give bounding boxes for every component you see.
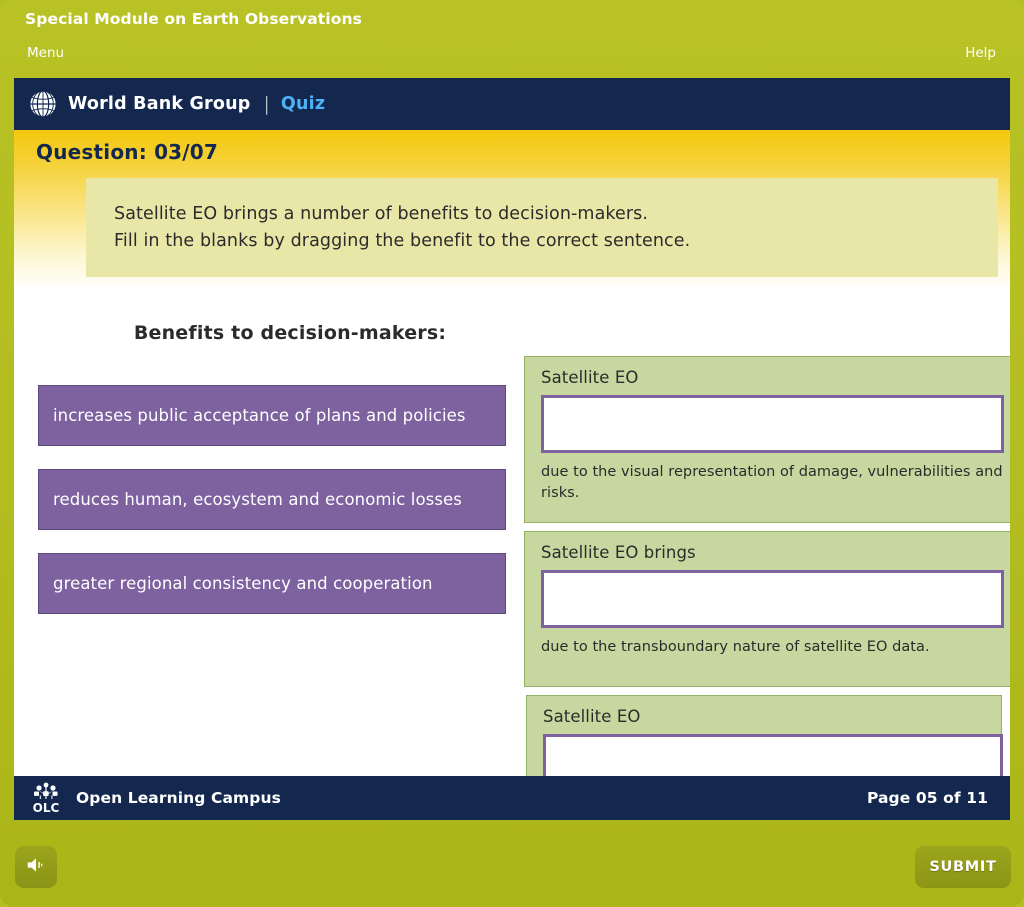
svg-text:OLC: OLC — [33, 801, 60, 815]
prompt-line-1: Satellite EO brings a number of benefits… — [114, 201, 972, 228]
section-label: Quiz — [281, 94, 325, 114]
sentence-stem: Satellite EO — [543, 707, 988, 726]
page-indicator: Page 05 of 11 — [867, 789, 988, 807]
olc-tree-logo-icon: OLC — [28, 781, 64, 815]
speaker-volume-icon — [25, 854, 47, 880]
sentence-tail: due to the transboundary nature of satel… — [541, 637, 1004, 658]
submit-button[interactable]: SUBMIT — [915, 846, 1011, 888]
draggable-benefit-item[interactable]: greater regional consistency and coopera… — [38, 553, 506, 614]
prompt-line-2: Fill in the blanks by dragging the benef… — [114, 228, 972, 255]
answer-drop-zone[interactable] — [541, 395, 1004, 453]
question-prompt-panel: Satellite EO brings a number of benefits… — [86, 178, 998, 277]
world-bank-globe-icon — [28, 89, 58, 119]
answer-drop-zone[interactable] — [541, 570, 1004, 628]
sentences-column: Satellite EO due to the visual represent… — [514, 290, 1010, 820]
organization-name: World Bank Group — [68, 94, 251, 114]
brand-separator: | — [264, 93, 270, 115]
help-button[interactable]: Help — [965, 45, 996, 61]
draggable-benefit-item[interactable]: increases public acceptance of plans and… — [38, 385, 506, 446]
draggable-benefit-item[interactable]: reduces human, ecosystem and economic lo… — [38, 469, 506, 530]
control-bar: SUBMIT — [0, 820, 1024, 907]
benefits-heading: Benefits to decision-makers: — [90, 322, 490, 344]
top-bar: Special Module on Earth Observations Men… — [0, 0, 1024, 74]
audio-toggle-button[interactable] — [15, 846, 57, 888]
sentence-tail: due to the visual representation of dama… — [541, 462, 1004, 505]
draggable-items-list: increases public acceptance of plans and… — [38, 385, 506, 637]
benefits-column: Benefits to decision-makers: increases p… — [14, 290, 514, 820]
menu-button[interactable]: Menu — [27, 45, 64, 61]
question-number-label: Question: 03/07 — [36, 140, 218, 164]
sentence-stem: Satellite EO — [541, 368, 1004, 387]
course-title: Special Module on Earth Observations — [25, 10, 362, 28]
sentence-drop-card: Satellite EO due to the visual represent… — [524, 356, 1010, 523]
footer-bar: OLC Open Learning Campus Page 05 of 11 — [14, 776, 1010, 820]
brand-bar: World Bank Group | Quiz — [14, 78, 1010, 130]
sentence-stem: Satellite EO brings — [541, 543, 1004, 562]
quiz-page: Special Module on Earth Observations Men… — [0, 0, 1024, 907]
olc-program-name: Open Learning Campus — [76, 789, 281, 807]
sentence-drop-card: Satellite EO brings due to the transboun… — [524, 531, 1010, 687]
content-card: World Bank Group | Quiz Question: 03/07 … — [14, 78, 1010, 820]
